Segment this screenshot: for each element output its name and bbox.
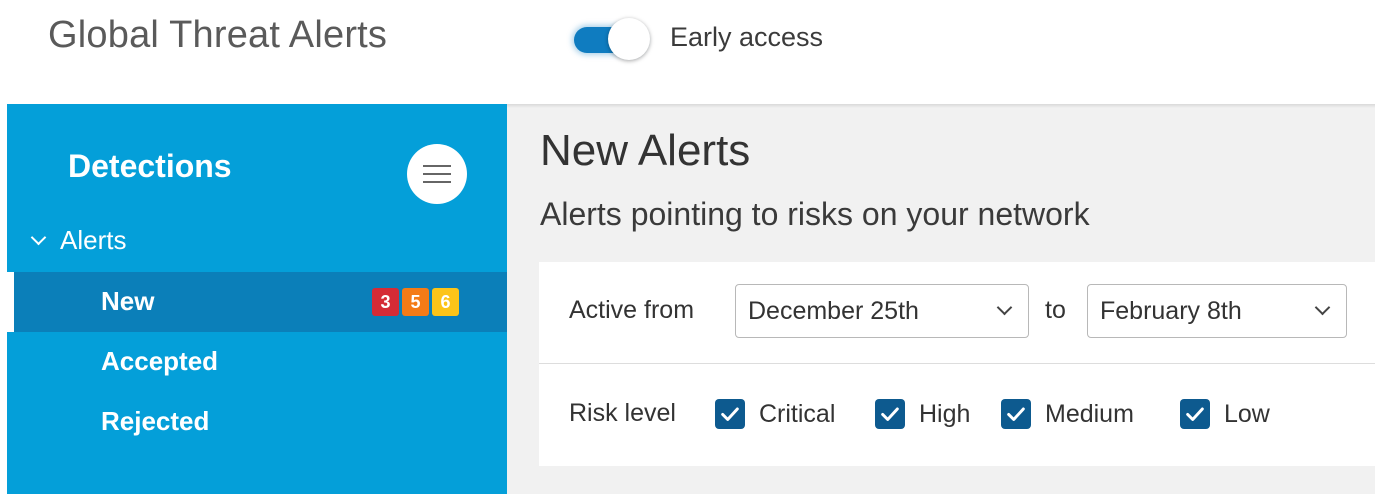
alert-count-badges: 3 5 6 [372,288,459,316]
risk-critical-label: Critical [759,399,836,428]
check-icon [715,399,745,429]
menu-toggle-button[interactable] [407,144,467,204]
check-icon [875,399,905,429]
sidebar-title: Detections [68,148,232,184]
early-access-label: Early access [670,22,824,52]
sidebar-item-label: Rejected [101,406,210,436]
risk-high-checkbox[interactable]: High [875,397,970,431]
risk-level-label: Risk level [569,399,676,427]
page-title: New Alerts [540,126,751,175]
risk-medium-label: Medium [1045,399,1134,428]
sidebar-item-new[interactable]: New 3 5 6 [0,272,507,332]
sidebar-group-label: Alerts [60,224,127,255]
sidebar-group-alerts[interactable]: Alerts [27,224,126,256]
divider [539,363,1375,364]
high-count-badge: 5 [402,288,429,316]
early-access-toggle[interactable] [572,16,650,60]
check-icon [1001,399,1031,429]
sidebar-item-label: New [101,286,155,316]
sidebar-item-label: Accepted [101,346,219,376]
chevron-down-icon [30,229,47,245]
medium-count-badge: 6 [432,288,459,316]
chevron-down-icon [1314,299,1331,316]
check-icon [1180,399,1210,429]
to-label: to [1045,296,1066,324]
main-content: New Alerts Alerts pointing to risks on y… [507,104,1375,494]
from-date-value: December 25th [748,297,919,325]
page-subtitle: Alerts pointing to risks on your network [540,196,1090,232]
app-title: Global Threat Alerts [48,14,388,56]
risk-high-label: High [919,399,971,428]
to-date-select[interactable]: February 8th [1087,284,1347,338]
risk-critical-checkbox[interactable]: Critical [715,397,835,431]
sidebar-item-rejected[interactable]: Rejected [7,392,507,452]
critical-count-badge: 3 [372,288,399,316]
chevron-down-icon [996,299,1013,316]
to-date-value: February 8th [1100,297,1242,325]
toggle-knob [608,18,650,60]
from-date-select[interactable]: December 25th [735,284,1029,338]
sidebar-item-accepted[interactable]: Accepted [7,332,507,392]
risk-medium-checkbox[interactable]: Medium [1001,397,1134,431]
sidebar: Detections Alerts New 3 5 6 Accepted Rej… [0,104,507,494]
filter-panel: Active from December 25th to February 8t… [539,262,1375,466]
active-from-label: Active from [569,296,695,324]
risk-low-checkbox[interactable]: Low [1180,397,1270,431]
risk-low-label: Low [1224,399,1270,428]
